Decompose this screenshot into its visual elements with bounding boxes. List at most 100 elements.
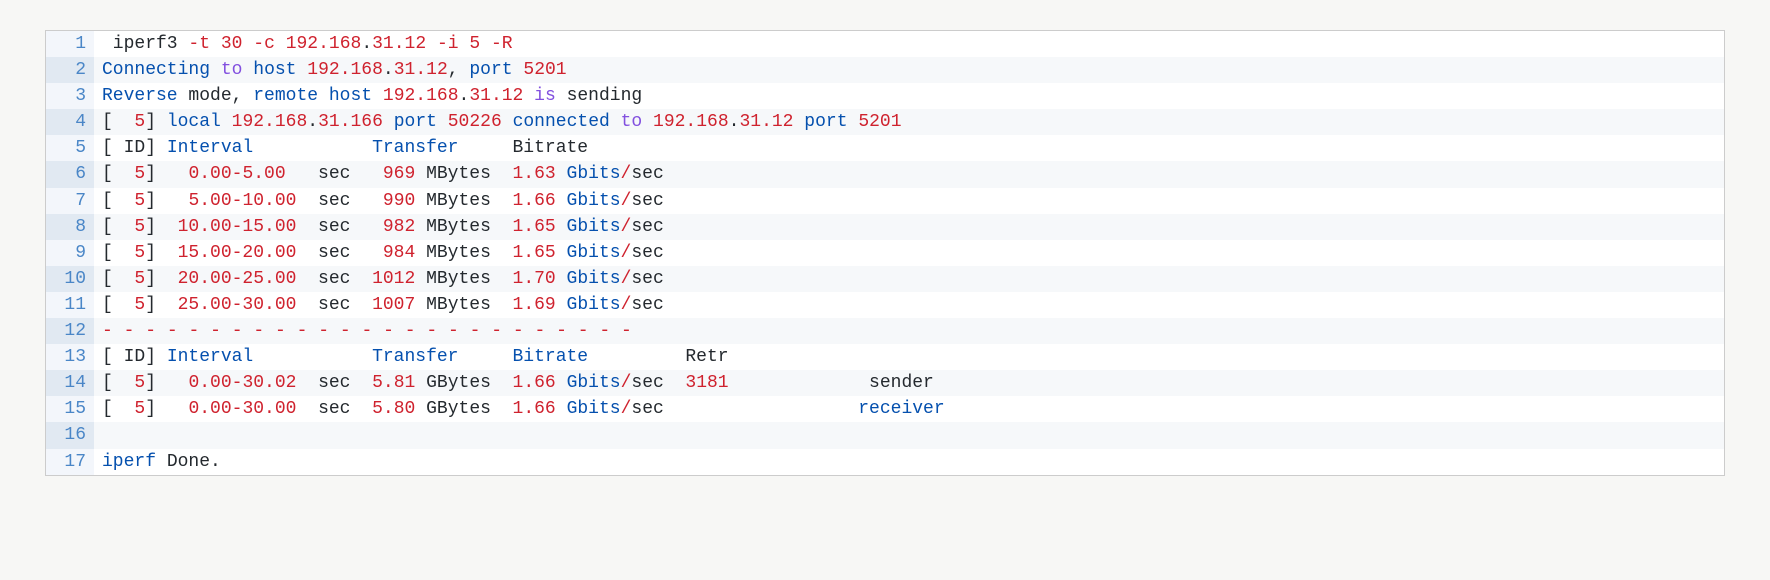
token bbox=[253, 347, 372, 367]
token: 192.168 bbox=[383, 86, 459, 106]
token: - bbox=[621, 321, 632, 341]
token: - bbox=[599, 321, 610, 341]
token: 5 bbox=[134, 399, 145, 419]
token bbox=[848, 112, 859, 132]
token: ] bbox=[145, 295, 177, 315]
line-number: 6 bbox=[46, 161, 94, 187]
token: sec bbox=[631, 191, 663, 211]
token: 1.66 bbox=[513, 399, 556, 419]
token: sec bbox=[296, 243, 382, 263]
line-number: 10 bbox=[46, 266, 94, 292]
token: to bbox=[621, 112, 643, 132]
token bbox=[426, 34, 437, 54]
token bbox=[394, 321, 405, 341]
token: [ bbox=[102, 191, 134, 211]
line-content: [ 5] local 192.168.31.166 port 50226 con… bbox=[94, 109, 902, 135]
token: 5 bbox=[134, 269, 145, 289]
token: sec bbox=[296, 295, 372, 315]
token: iperf bbox=[102, 452, 156, 472]
token: Gbits bbox=[567, 191, 621, 211]
token: - bbox=[167, 321, 178, 341]
line-content: iperf Done. bbox=[94, 449, 221, 475]
token: MBytes bbox=[415, 191, 512, 211]
token: iperf3 bbox=[102, 34, 188, 54]
token: receiver bbox=[858, 399, 944, 419]
token: -t bbox=[188, 34, 210, 54]
token: 31.12 bbox=[372, 34, 426, 54]
line-content: [ 5] 10.00-15.00 sec 982 MBytes 1.65 Gbi… bbox=[94, 214, 664, 240]
token bbox=[459, 321, 470, 341]
token bbox=[416, 321, 427, 341]
token: - bbox=[426, 321, 437, 341]
line-number: 7 bbox=[46, 188, 94, 214]
token: 5.81 bbox=[372, 373, 415, 393]
token bbox=[199, 321, 210, 341]
token bbox=[437, 321, 448, 341]
token bbox=[351, 321, 362, 341]
token bbox=[242, 34, 253, 54]
token bbox=[296, 60, 307, 80]
token: MBytes bbox=[415, 269, 512, 289]
token: sec bbox=[296, 269, 372, 289]
token: [ bbox=[102, 373, 134, 393]
token bbox=[556, 191, 567, 211]
code-line: 11[ 5] 25.00-30.00 sec 1007 MBytes 1.69 … bbox=[46, 292, 1724, 318]
token: 30 bbox=[221, 34, 243, 54]
token: connected bbox=[513, 112, 610, 132]
token bbox=[286, 321, 297, 341]
token: 5 bbox=[134, 295, 145, 315]
token: . bbox=[361, 34, 372, 54]
token: sec bbox=[631, 269, 663, 289]
code-line: 7[ 5] 5.00-10.00 sec 990 MBytes 1.66 Gbi… bbox=[46, 188, 1724, 214]
token: sec bbox=[631, 399, 858, 419]
token: Transfer bbox=[372, 138, 458, 158]
token: 984 bbox=[383, 243, 415, 263]
token: sec bbox=[296, 191, 382, 211]
token: - bbox=[556, 321, 567, 341]
token: / bbox=[621, 243, 632, 263]
token: / bbox=[621, 164, 632, 184]
token: sec bbox=[631, 295, 663, 315]
token: Gbits bbox=[567, 373, 621, 393]
token: 1007 bbox=[372, 295, 415, 315]
token: 982 bbox=[383, 217, 415, 237]
line-content: - - - - - - - - - - - - - - - - - - - - … bbox=[94, 318, 632, 344]
token: 1012 bbox=[372, 269, 415, 289]
token: / bbox=[621, 191, 632, 211]
code-line: 4[ 5] local 192.168.31.166 port 50226 co… bbox=[46, 109, 1724, 135]
token: 969 bbox=[383, 164, 415, 184]
token bbox=[221, 321, 232, 341]
token: Gbits bbox=[567, 217, 621, 237]
token: [ bbox=[102, 217, 134, 237]
token: - bbox=[470, 321, 481, 341]
line-number: 9 bbox=[46, 240, 94, 266]
token: 1.66 bbox=[513, 191, 556, 211]
token: sec bbox=[631, 164, 663, 184]
token: 5 bbox=[134, 373, 145, 393]
token: 0.00-5.00 bbox=[188, 164, 285, 184]
token bbox=[178, 321, 189, 341]
token: 1.69 bbox=[513, 295, 556, 315]
token: Gbits bbox=[567, 399, 621, 419]
token: - bbox=[189, 321, 200, 341]
token: local bbox=[167, 112, 221, 132]
token: - bbox=[491, 321, 502, 341]
line-number: 13 bbox=[46, 344, 94, 370]
token bbox=[437, 112, 448, 132]
token bbox=[556, 399, 567, 419]
token: sec bbox=[631, 217, 663, 237]
token: Bitrate bbox=[458, 138, 588, 158]
token: 0.00-30.02 bbox=[188, 373, 296, 393]
token: [ ID] bbox=[102, 138, 167, 158]
token: ] bbox=[145, 373, 188, 393]
token bbox=[221, 112, 232, 132]
token: 15.00-20.00 bbox=[178, 243, 297, 263]
code-line: 2Connecting to host 192.168.31.12, port … bbox=[46, 57, 1724, 83]
token bbox=[524, 321, 535, 341]
token: - bbox=[513, 321, 524, 341]
token: 31.166 bbox=[318, 112, 383, 132]
token: 1.70 bbox=[513, 269, 556, 289]
token: MBytes bbox=[415, 243, 512, 263]
token bbox=[458, 347, 512, 367]
line-number: 11 bbox=[46, 292, 94, 318]
